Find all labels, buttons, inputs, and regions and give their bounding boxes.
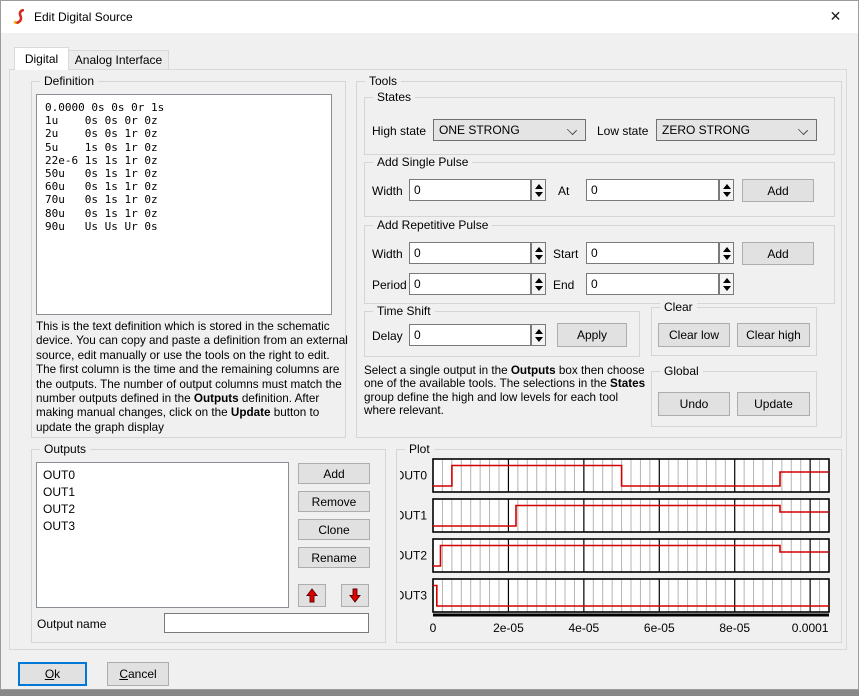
outputs-group-label: Outputs [40, 442, 90, 456]
svg-text:4e-05: 4e-05 [569, 621, 600, 635]
output-remove-button[interactable]: Remove [298, 491, 370, 512]
list-item[interactable]: OUT2 [43, 501, 288, 518]
high-state-value: ONE STRONG [439, 123, 520, 137]
spin-up-icon [723, 247, 731, 252]
rep-width-label: Width [372, 247, 403, 261]
update-button[interactable]: Update [737, 392, 810, 416]
rep-end-spinner[interactable] [719, 273, 734, 295]
spin-down-icon [535, 192, 543, 197]
low-state-label: Low state [597, 124, 648, 138]
spin-down-icon [535, 337, 543, 342]
red-arrow-down-icon [349, 588, 361, 603]
close-button[interactable]: ✕ [813, 1, 858, 32]
rep-start-spinner[interactable] [719, 242, 734, 264]
move-up-button[interactable] [298, 584, 326, 607]
rep-period-input[interactable] [409, 273, 531, 295]
single-at-label: At [558, 184, 569, 198]
spin-up-icon [535, 278, 543, 283]
rep-start-label: Start [553, 247, 578, 261]
output-name-label: Output name [37, 617, 106, 631]
clear-low-button[interactable]: Clear low [658, 323, 730, 347]
svg-text:OUT2: OUT2 [400, 549, 427, 563]
move-down-button[interactable] [341, 584, 369, 607]
add-single-pulse-label: Add Single Pulse [373, 155, 472, 169]
spin-down-icon [723, 255, 731, 260]
rep-width-spinner[interactable] [531, 242, 546, 264]
single-at-spinner[interactable] [719, 179, 734, 201]
output-rename-button[interactable]: Rename [298, 547, 370, 568]
spin-up-icon [723, 184, 731, 189]
single-add-button[interactable]: Add [742, 179, 814, 202]
clear-group-label: Clear [660, 300, 697, 314]
single-width-label: Width [372, 184, 403, 198]
delay-label: Delay [372, 329, 403, 343]
title-bar: Edit Digital Source ✕ [1, 1, 858, 33]
tools-group-label: Tools [365, 74, 401, 88]
spin-down-icon [535, 255, 543, 260]
svg-text:0.0001: 0.0001 [792, 621, 829, 635]
outputs-list[interactable]: OUT0OUT1OUT2OUT3 [36, 462, 289, 608]
delay-input[interactable] [409, 324, 531, 346]
output-name-input[interactable] [164, 613, 369, 633]
definition-text: 0.0000 0s 0s 0r 1s 1u 0s 0s 0r 0z 2u 0s … [37, 95, 331, 239]
tab-digital[interactable]: Digital [14, 47, 69, 70]
high-state-label: High state [372, 124, 426, 138]
list-item[interactable]: OUT1 [43, 484, 288, 501]
definition-group-label: Definition [40, 74, 98, 88]
edit-digital-source-dialog: Edit Digital Source ✕ Digital Analog Int… [0, 0, 859, 690]
spin-up-icon [723, 278, 731, 283]
definition-textarea[interactable]: 0.0000 0s 0s 0r 1s 1u 0s 0s 0r 0z 2u 0s … [36, 94, 332, 315]
tab-analog-interface[interactable]: Analog Interface [68, 50, 169, 70]
spin-down-icon [723, 286, 731, 291]
chevron-down-icon [798, 125, 808, 135]
spin-up-icon [535, 247, 543, 252]
svg-text:0: 0 [430, 621, 437, 635]
window-title: Edit Digital Source [34, 10, 133, 24]
low-state-select[interactable]: ZERO STRONG [656, 119, 817, 141]
single-width-input[interactable] [409, 179, 531, 201]
svg-text:OUT0: OUT0 [400, 469, 427, 483]
plot-svg: OUT0 OUT1 OUT2 OUT3 0 2e-05 4e-05 6e-05 8e-05 0.0… [400, 454, 840, 640]
spin-down-icon [535, 286, 543, 291]
ok-button[interactable]: Ok [18, 662, 87, 686]
global-group-label: Global [660, 364, 703, 378]
close-icon: ✕ [830, 8, 842, 25]
apply-button[interactable]: Apply [557, 323, 627, 347]
single-width-spinner[interactable] [531, 179, 546, 201]
spin-down-icon [723, 192, 731, 197]
list-item[interactable]: OUT0 [43, 467, 288, 484]
rep-period-spinner[interactable] [531, 273, 546, 295]
svg-text:OUT1: OUT1 [400, 509, 427, 523]
add-repetitive-pulse-label: Add Repetitive Pulse [373, 218, 492, 232]
rep-end-input[interactable] [586, 273, 719, 295]
states-group-label: States [373, 90, 415, 104]
rep-width-input[interactable] [409, 242, 531, 264]
cancel-button[interactable]: Cancel [107, 662, 169, 686]
definition-description: This is the text definition which is sto… [36, 320, 349, 435]
tools-note: Select a single output in the Outputs bo… [364, 364, 652, 418]
spin-up-icon [535, 329, 543, 334]
clear-high-button[interactable]: Clear high [737, 323, 810, 347]
low-state-value: ZERO STRONG [662, 123, 750, 137]
svg-text:OUT3: OUT3 [400, 589, 427, 603]
red-arrow-up-icon [306, 588, 318, 603]
rep-end-label: End [553, 278, 574, 292]
rep-add-button[interactable]: Add [742, 242, 814, 265]
svg-text:6e-05: 6e-05 [644, 621, 675, 635]
output-add-button[interactable]: Add [298, 463, 370, 484]
chevron-down-icon [567, 125, 577, 135]
high-state-select[interactable]: ONE STRONG [433, 119, 586, 141]
app-icon [12, 9, 28, 25]
spin-up-icon [535, 184, 543, 189]
svg-text:8e-05: 8e-05 [719, 621, 750, 635]
time-shift-label: Time Shift [373, 304, 435, 318]
rep-period-label: Period [372, 278, 407, 292]
rep-start-input[interactable] [586, 242, 719, 264]
list-item[interactable]: OUT3 [43, 518, 288, 535]
output-clone-button[interactable]: Clone [298, 519, 370, 540]
undo-button[interactable]: Undo [658, 392, 730, 416]
delay-spinner[interactable] [531, 324, 546, 346]
svg-text:2e-05: 2e-05 [493, 621, 524, 635]
single-at-input[interactable] [586, 179, 719, 201]
